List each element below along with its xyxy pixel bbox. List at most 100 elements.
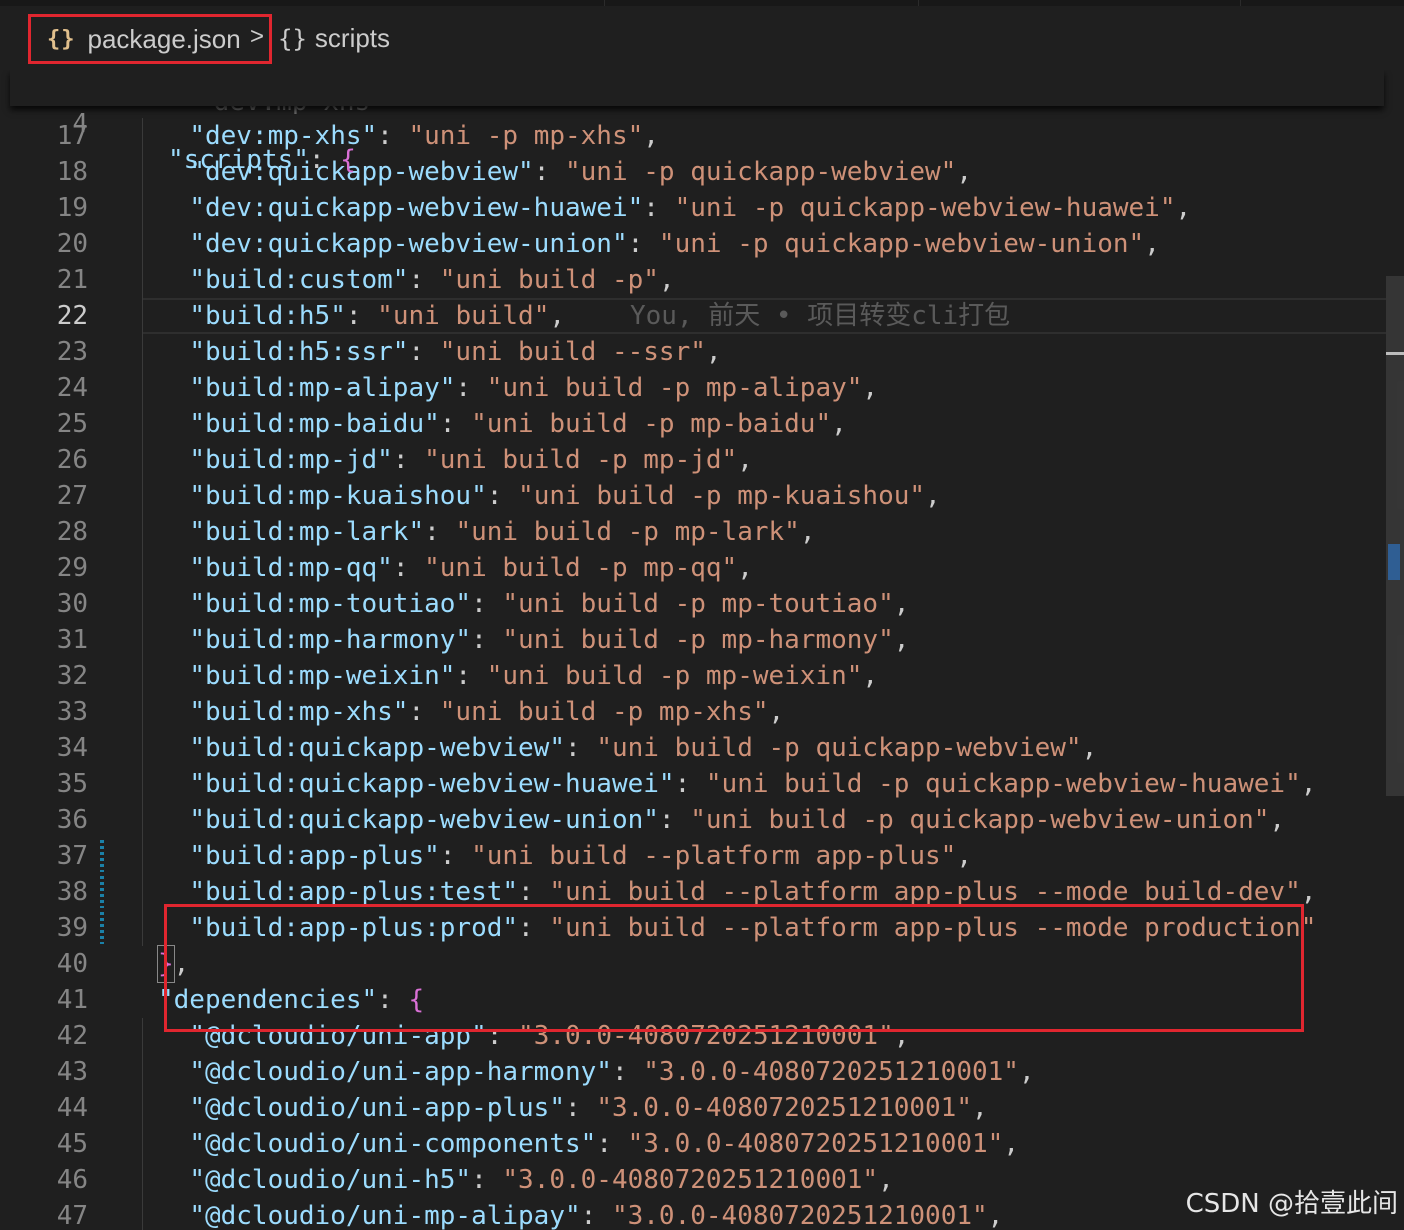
code-line[interactable]: 21 "build:custom": "uni build -p", — [0, 262, 1404, 298]
line-number: 33 — [56, 697, 88, 727]
code-line[interactable]: 22 "build:h5": "uni build", You, 前天 • 项目转… — [0, 298, 1404, 334]
comma: , — [1003, 1129, 1019, 1159]
json-string-value: "3.0.0-4080720251210001" — [643, 1057, 1019, 1087]
code-line[interactable]: 31 "build:mp-harmony": "uni build -p mp-… — [0, 622, 1404, 658]
comma: , — [862, 661, 879, 691]
colon: : — [658, 805, 691, 835]
code-text: "build:quickapp-webview": "uni build -p … — [158, 730, 1097, 766]
line-number: 28 — [56, 517, 88, 547]
code-line[interactable]: 37 "build:app-plus": "uni build --platfo… — [0, 838, 1404, 874]
comma: , — [893, 625, 910, 655]
code-line[interactable]: 23 "build:h5:ssr": "uni build --ssr", — [0, 334, 1404, 370]
json-string-value: "uni build -p quickapp-webview-huawei" — [705, 769, 1301, 799]
code-editor[interactable]: 4 "scripts": { "dev:mp-xhs" 17 "dev:mp-x… — [0, 70, 1404, 1230]
breadcrumb-symbol-scripts[interactable]: {} scripts — [278, 23, 390, 54]
code-line[interactable]: 28 "build:mp-lark": "uni build -p mp-lar… — [0, 514, 1404, 550]
colon: : — [518, 877, 550, 907]
comma: , — [956, 157, 972, 187]
line-number: 45 — [56, 1129, 88, 1159]
comma: , — [799, 517, 816, 547]
json-string-value: "uni build -p" — [439, 265, 659, 295]
gutter-modified-marker — [100, 840, 104, 872]
code-line[interactable]: 42 "@dcloudio/uni-app": "3.0.0-408072025… — [0, 1018, 1404, 1054]
indent-guide — [142, 1018, 143, 1054]
code-line[interactable]: 34 "build:quickapp-webview": "uni build … — [0, 730, 1404, 766]
json-key: "@dcloudio/uni-h5" — [189, 1165, 472, 1195]
indent-guide — [142, 694, 143, 730]
line-number: 37 — [56, 841, 88, 871]
code-line[interactable]: 26 "build:mp-jd": "uni build -p mp-jd", — [0, 442, 1404, 478]
code-line[interactable]: 38 "build:app-plus:test": "uni build --p… — [0, 874, 1404, 910]
code-line[interactable]: 45 "@dcloudio/uni-components": "3.0.0-40… — [0, 1126, 1404, 1162]
code-line[interactable]: 24 "build:mp-alipay": "uni build -p mp-a… — [0, 370, 1404, 406]
git-blame-annotation: You, 前天 • 项目转变cli打包 — [630, 301, 1011, 331]
breadcrumb-file-label: package.json — [87, 23, 241, 54]
colon: : — [580, 1201, 612, 1230]
object-braces-icon: {} — [278, 24, 307, 53]
colon: : — [565, 733, 597, 763]
code-line[interactable]: 29 "build:mp-qq": "uni build -p mp-qq", — [0, 550, 1404, 586]
colon: : — [643, 193, 675, 223]
code-text: "build:mp-lark": "uni build -p mp-lark", — [158, 514, 815, 550]
code-text: "@dcloudio/uni-app": "3.0.0-408072025121… — [158, 1018, 909, 1054]
breadcrumb-symbol-label: scripts — [314, 23, 391, 53]
code-line[interactable]: 41 "dependencies": { — [0, 982, 1404, 1018]
code-line[interactable]: 25 "build:mp-baidu": "uni build -p mp-ba… — [0, 406, 1404, 442]
json-string-value: "uni build -p mp-qq" — [424, 553, 738, 583]
line-number: 23 — [56, 337, 88, 367]
colon: : — [439, 409, 472, 439]
code-line[interactable]: 32 "build:mp-weixin": "uni build -p mp-w… — [0, 658, 1404, 694]
json-key: "build:custom" — [189, 265, 409, 295]
vertical-scrollbar[interactable] — [1386, 70, 1404, 1230]
json-string-value: "3.0.0-4080720251210001" — [518, 1021, 894, 1051]
line-number: 44 — [56, 1093, 88, 1123]
sticky-scroll-header[interactable]: 4 "scripts": { — [10, 70, 1384, 175]
colon: : — [674, 769, 706, 799]
watermark: CSDN @拾壹此间 — [1185, 1189, 1398, 1219]
code-text: "dev:quickapp-webview-huawei": "uni -p q… — [158, 190, 1191, 226]
code-line[interactable]: 30 "build:mp-toutiao": "uni build -p mp-… — [0, 586, 1404, 622]
gutter-modified-marker — [100, 912, 104, 944]
code-line[interactable]: 35 "build:quickapp-webview-huawei": "uni… — [0, 766, 1404, 802]
line-number: 29 — [56, 553, 88, 583]
json-string-value: "3.0.0-4080720251210001" — [502, 1165, 879, 1195]
json-string-value: "uni build -p quickapp-webview-union" — [690, 805, 1270, 835]
code-line[interactable]: 40}, — [0, 945, 1404, 983]
code-line[interactable]: 33 "build:mp-xhs": "uni build -p mp-xhs"… — [0, 694, 1404, 730]
breadcrumb-file-package-json[interactable]: {} package.json — [28, 14, 272, 64]
code-line[interactable]: 39 "build:app-plus:prod": "uni build --p… — [0, 910, 1404, 946]
colon: : — [439, 841, 472, 871]
comma: , — [862, 373, 879, 403]
code-line[interactable]: 20 "dev:quickapp-webview-union": "uni -p… — [0, 226, 1404, 262]
json-key: "build:h5" — [189, 301, 346, 331]
code-line[interactable]: 19 "dev:quickapp-webview-huawei": "uni -… — [0, 190, 1404, 226]
code-line[interactable]: 27 "build:mp-kuaishou": "uni build -p mp… — [0, 478, 1404, 514]
indent-guide — [142, 766, 143, 802]
comma: , — [658, 265, 675, 295]
line-number: 20 — [56, 229, 88, 259]
json-key: "build:mp-baidu" — [189, 409, 440, 439]
json-key: "build:app-plus:test" — [189, 877, 519, 907]
indent-guide — [142, 334, 143, 370]
json-string-value: "uni build -p mp-jd" — [424, 445, 738, 475]
colon: : — [408, 697, 440, 727]
indent-guide — [142, 622, 143, 658]
colon: : — [486, 481, 519, 511]
code-text: "build:mp-alipay": "uni build -p mp-alip… — [158, 370, 878, 406]
indent-guide — [142, 838, 143, 874]
json-string-value: "uni build -p quickapp-webview" — [596, 733, 1082, 763]
comma: , — [1018, 1057, 1035, 1087]
json-string-value: "uni -p mp-xhs" — [408, 121, 644, 151]
line-number: 27 — [56, 481, 88, 511]
comma: , — [831, 409, 847, 439]
comma: , — [893, 1021, 910, 1051]
json-key: "build:mp-alipay" — [189, 373, 456, 403]
comma: , — [893, 589, 910, 619]
colon: : — [377, 121, 409, 151]
code-line[interactable]: 36 "build:quickapp-webview-union": "uni … — [0, 802, 1404, 838]
code-text: }, — [157, 945, 189, 983]
code-line[interactable]: 44 "@dcloudio/uni-app-plus": "3.0.0-4080… — [0, 1090, 1404, 1126]
code-line[interactable]: 43 "@dcloudio/uni-app-harmony": "3.0.0-4… — [0, 1054, 1404, 1090]
colon: : — [408, 337, 440, 367]
json-string-value: "uni build -p mp-toutiao" — [502, 589, 894, 619]
